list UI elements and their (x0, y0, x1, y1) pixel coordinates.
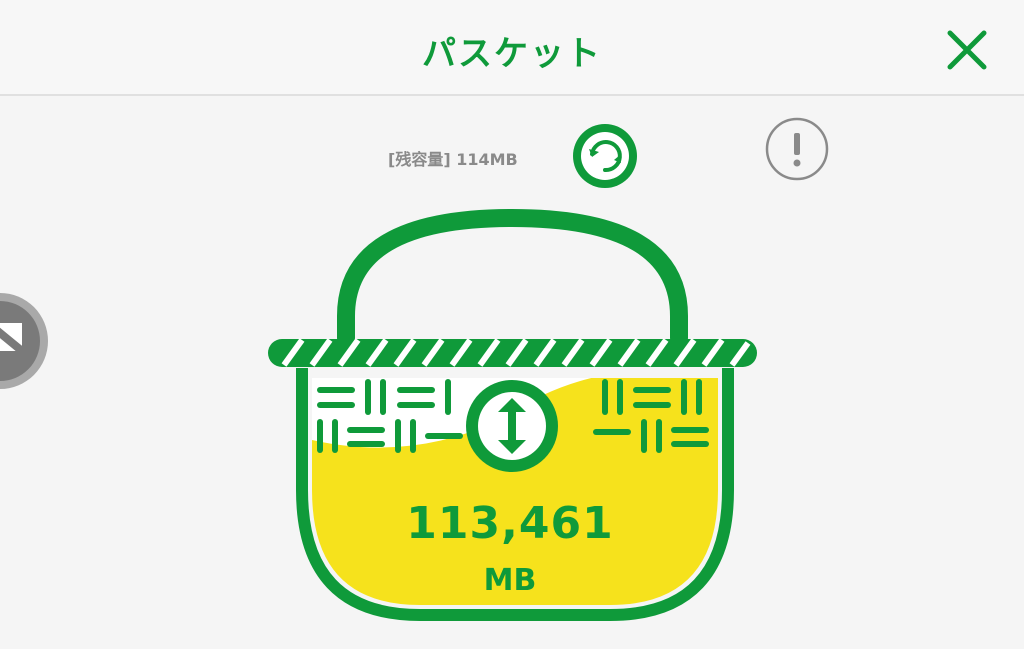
close-button[interactable] (944, 27, 990, 73)
side-action-button[interactable] (0, 291, 52, 391)
page-title: パスケット (422, 34, 602, 74)
data-amount: 113,461 (406, 498, 614, 549)
info-button[interactable] (764, 116, 830, 182)
exclamation-icon (765, 117, 829, 181)
refresh-icon (573, 124, 637, 188)
remaining-capacity: [残容量] 114MB (388, 150, 518, 169)
packet-basket (260, 200, 765, 625)
data-unit: MB (483, 563, 537, 598)
refresh-button[interactable] (570, 121, 640, 191)
up-down-arrow-icon (466, 380, 558, 472)
top-bar: パスケット (0, 0, 1024, 96)
gift-icon (0, 293, 48, 389)
close-icon (947, 30, 987, 70)
